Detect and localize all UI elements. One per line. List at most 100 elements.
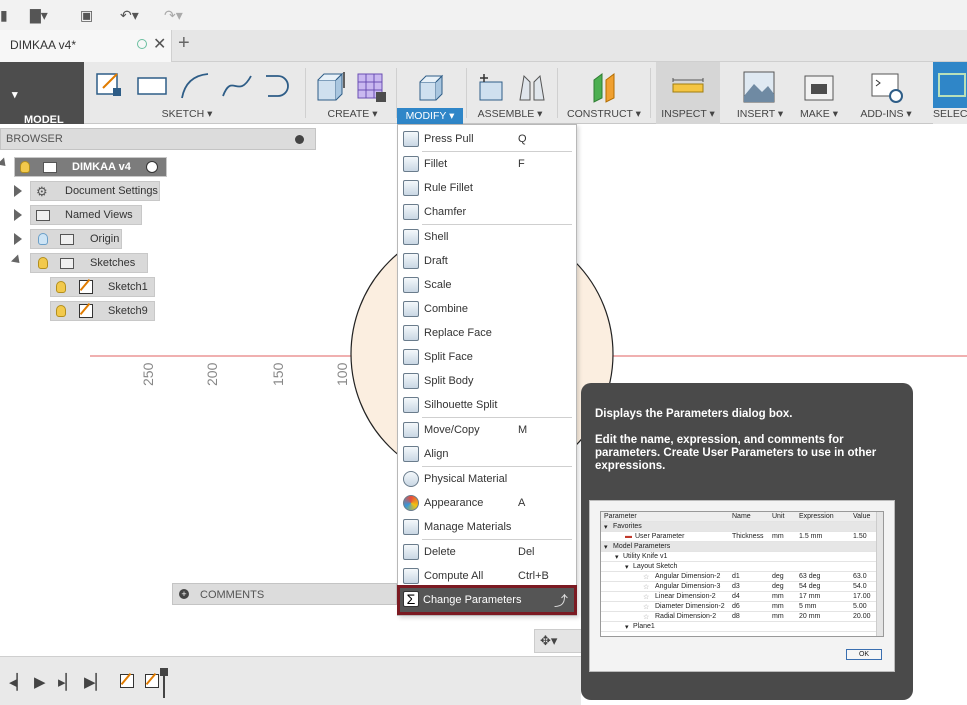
menu-item-appearance[interactable]: Appearance A <box>398 491 576 515</box>
browser-root-node[interactable]: DIMKAA v4 <box>14 157 167 177</box>
shell-icon <box>403 229 419 245</box>
select-icon[interactable] <box>937 70 967 104</box>
close-tab-icon[interactable]: ✕ <box>153 34 166 54</box>
step-forward-icon[interactable]: ▸▏ <box>58 673 77 691</box>
comments-panel-header[interactable]: + COMMENTS <box>172 583 397 605</box>
menu-icon[interactable]: ▮ <box>0 6 8 24</box>
menu-item-silhouette-split[interactable]: Silhouette Split <box>398 393 576 417</box>
menu-item-replace-face[interactable]: Replace Face <box>398 321 576 345</box>
expand-triangle-icon[interactable] <box>14 185 22 197</box>
menu-item-move-copy[interactable]: Move/Copy M <box>398 418 576 442</box>
menu-item-label: Split Body <box>424 375 474 387</box>
undo-icon[interactable]: ↶▾ <box>120 6 139 24</box>
visibility-bulb-icon[interactable] <box>38 257 48 269</box>
visibility-bulb-icon[interactable] <box>38 233 48 245</box>
line-icon[interactable] <box>178 70 212 102</box>
sketch-icon <box>79 304 93 318</box>
measure-icon[interactable] <box>671 70 705 104</box>
go-to-end-icon[interactable]: ▶▏ <box>84 673 107 691</box>
timeline-marker-icon[interactable] <box>160 668 168 676</box>
visibility-bulb-icon[interactable] <box>20 161 30 173</box>
ribbon-group-assemble[interactable]: ASSEMBLE ▾ <box>470 62 550 124</box>
folder-icon <box>60 258 74 269</box>
menu-item-scale[interactable]: Scale <box>398 273 576 297</box>
expand-comments-icon[interactable]: + <box>179 589 189 599</box>
3d-print-icon[interactable] <box>803 70 837 104</box>
menu-item-draft[interactable]: Draft <box>398 249 576 273</box>
ribbon-group-sketch[interactable]: SKETCH ▾ <box>90 62 300 124</box>
ribbon-group-create[interactable]: CREATE ▾ <box>310 62 395 124</box>
browser-item-sketches[interactable]: Sketches <box>30 253 148 273</box>
timeline-sketch1-icon[interactable] <box>120 674 134 688</box>
table-header: Parameter Name Unit Expression Value <box>601 512 877 522</box>
press-pull-icon[interactable] <box>414 70 448 104</box>
collapse-browser-icon[interactable] <box>295 135 304 144</box>
browser-root-label: DIMKAA v4 <box>72 161 131 173</box>
table-row: ▾ Layout Sketch <box>601 562 877 572</box>
quick-access-toolbar: ▮ ▇▾ ▣ ↶▾ ↷▾ <box>0 0 967 30</box>
create-sketch-icon[interactable] <box>95 70 123 98</box>
menu-item-label: Align <box>424 448 449 460</box>
new-component-icon[interactable] <box>474 70 508 104</box>
browser-item-named-views[interactable]: Named Views <box>30 205 142 225</box>
ribbon-group-select[interactable]: SELECT <box>933 62 967 124</box>
menu-item-label: Rule Fillet <box>424 182 473 194</box>
arc-icon[interactable] <box>262 70 296 102</box>
joint-icon[interactable] <box>514 70 548 104</box>
browser-item-document-settings[interactable]: ⚙ Document Settings <box>30 181 160 201</box>
menu-item-combine[interactable]: Combine <box>398 297 576 321</box>
table-row: ▾ Favorites <box>601 522 877 532</box>
file-icon[interactable]: ▇▾ <box>30 6 48 24</box>
menu-item-rule-fillet[interactable]: Rule Fillet <box>398 176 576 200</box>
menu-item-split-body[interactable]: Split Body <box>398 369 576 393</box>
play-icon[interactable]: ▶ <box>34 673 46 691</box>
menu-item-chamfer[interactable]: Chamfer <box>398 200 576 224</box>
navigation-bar[interactable]: ✥▾ <box>534 629 584 653</box>
ribbon-group-make[interactable]: MAKE ▾ <box>795 62 843 124</box>
menu-item-align[interactable]: Align <box>398 442 576 466</box>
expand-triangle-icon[interactable] <box>14 233 22 245</box>
insert-image-icon[interactable] <box>742 70 776 104</box>
activate-radio-icon[interactable] <box>146 161 158 173</box>
menu-item-shell[interactable]: Shell <box>398 225 576 249</box>
scrollbar <box>876 512 883 636</box>
workspace-switcher[interactable]: MODEL ▾ <box>0 62 84 126</box>
browser-item-sketch1[interactable]: Sketch1 <box>50 277 155 297</box>
expand-triangle-icon[interactable] <box>14 209 22 221</box>
document-tab-bar: DIMKAA v4* ✕ + <box>0 30 967 62</box>
ribbon-group-addins[interactable]: ADD-INS ▾ <box>856 62 916 124</box>
go-to-start-icon[interactable]: ◂▏ <box>9 673 28 691</box>
ribbon-group-insert[interactable]: INSERT ▾ <box>730 62 790 124</box>
menu-item-physical-material[interactable]: Physical Material <box>398 467 576 491</box>
menu-item-press-pull[interactable]: Press Pull Q <box>398 127 576 151</box>
rectangle-icon[interactable] <box>136 70 170 98</box>
tooltip-heading: Displays the Parameters dialog box. <box>595 408 793 420</box>
ribbon-group-construct[interactable]: CONSTRUCT ▾ <box>562 62 646 124</box>
menu-item-change-parameters[interactable]: Σ Change Parameters ⤴ <box>397 585 577 615</box>
visibility-bulb-icon[interactable] <box>56 305 66 317</box>
document-tab[interactable]: DIMKAA v4* ✕ <box>0 30 172 62</box>
extrude-icon[interactable] <box>314 70 348 104</box>
browser-item-sketch9[interactable]: Sketch9 <box>50 301 155 321</box>
timeline-sketch9-icon[interactable] <box>145 674 159 688</box>
visibility-bulb-icon[interactable] <box>56 281 66 293</box>
scripts-icon[interactable] <box>870 70 904 104</box>
browser-item-origin[interactable]: Origin <box>30 229 122 249</box>
pin-arrow-icon[interactable]: ⤴ <box>554 591 568 611</box>
ribbon-group-inspect[interactable]: INSPECT ▾ <box>656 62 720 124</box>
browser-panel-header[interactable]: BROWSER <box>0 128 316 150</box>
menu-item-manage-materials[interactable]: Manage Materials <box>398 515 576 539</box>
menu-item-delete[interactable]: Delete Del <box>398 540 576 564</box>
save-icon[interactable]: ▣ <box>80 6 93 24</box>
offset-plane-icon[interactable] <box>588 70 622 104</box>
ribbon-group-modify[interactable]: MODIFY ▾ <box>397 62 463 124</box>
new-tab-icon[interactable]: + <box>178 32 190 55</box>
spline-icon[interactable] <box>220 70 254 102</box>
orbit-icon[interactable]: ✥▾ <box>540 633 557 649</box>
scale-icon <box>403 277 419 293</box>
pattern-icon[interactable] <box>354 70 388 104</box>
menu-item-fillet[interactable]: Fillet F <box>398 152 576 176</box>
menu-item-label: Manage Materials <box>424 521 512 533</box>
menu-item-split-face[interactable]: Split Face <box>398 345 576 369</box>
redo-icon[interactable]: ↷▾ <box>164 6 183 24</box>
